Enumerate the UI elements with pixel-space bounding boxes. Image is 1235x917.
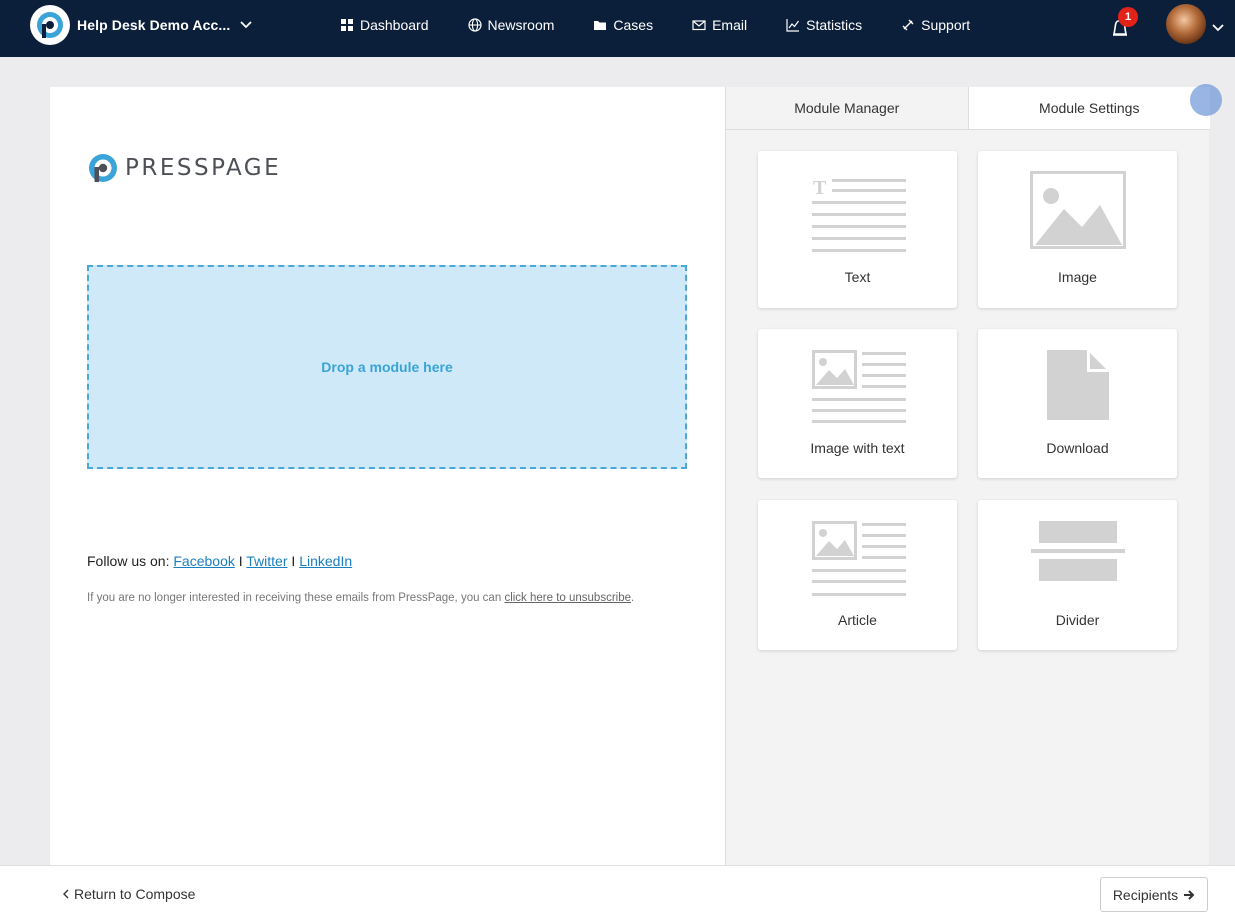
chevron-left-icon (63, 889, 69, 899)
nav-newsroom[interactable]: Newsroom (467, 17, 555, 33)
module-article[interactable]: Article (758, 500, 957, 650)
notifications-button[interactable]: 1 (1110, 7, 1138, 40)
unsubscribe-text: If you are no longer interested in recei… (87, 592, 502, 604)
link-separator: I (238, 553, 243, 569)
chevron-down-icon[interactable] (1212, 24, 1224, 32)
module-download[interactable]: Download (978, 329, 1177, 478)
link-separator: I (291, 553, 296, 569)
nav-cases[interactable]: Cases (593, 17, 653, 33)
nav-email[interactable]: Email (692, 17, 747, 33)
module-image[interactable]: Image (978, 151, 1177, 308)
article-module-icon (812, 521, 906, 596)
main-nav: Dashboard Newsroom Cases Email Statistic… (340, 0, 1009, 50)
module-divider-label: Divider (1055, 612, 1100, 628)
twitter-link[interactable]: Twitter (246, 553, 287, 569)
globe-icon (467, 18, 482, 32)
email-canvas: PRESSPAGE Drop a module here Follow us o… (50, 87, 725, 865)
account-name: Help Desk Demo Acc... (77, 17, 231, 33)
social-follow-line: Follow us on: Facebook I Twitter I Linke… (87, 553, 352, 569)
tab-module-manager[interactable]: Module Manager (726, 87, 968, 129)
chevron-down-icon (240, 21, 252, 29)
return-to-compose-label: Return to Compose (74, 886, 196, 902)
module-image-with-text[interactable]: Image with text (758, 329, 957, 478)
module-image-with-text-label: Image with text (810, 440, 905, 456)
recipients-button-label: Recipients (1112, 886, 1179, 903)
nav-support[interactable]: Support (901, 17, 970, 33)
text-module-icon: T (812, 177, 906, 252)
svg-text:T: T (813, 177, 827, 199)
follow-prefix: Follow us on: (87, 553, 170, 569)
nav-dashboard[interactable]: Dashboard (340, 17, 429, 33)
presspage-logo-text: PRESSPAGE (125, 155, 282, 181)
module-article-label: Article (838, 612, 877, 628)
chart-icon (786, 19, 800, 32)
module-text-label: Text (844, 269, 871, 285)
facebook-link[interactable]: Facebook (173, 553, 234, 569)
unsubscribe-link[interactable]: click here to unsubscribe (504, 592, 631, 604)
support-icon (902, 19, 914, 31)
module-download-label: Download (1046, 440, 1109, 456)
account-switcher[interactable]: Help Desk Demo Acc... (30, 5, 252, 45)
nav-email-label: Email (712, 17, 748, 33)
presspage-logo-icon (89, 154, 117, 182)
file-icon (1047, 350, 1109, 420)
unsubscribe-line: If you are no longer interested in recei… (87, 592, 634, 604)
dropzone-label: Drop a module here (321, 359, 453, 375)
module-text[interactable]: T Text (758, 151, 957, 308)
envelope-icon (692, 20, 706, 31)
module-divider[interactable]: Divider (978, 500, 1177, 650)
footer-action-bar: Return to Compose Recipients (0, 865, 1235, 917)
module-panel: Module Manager Module Settings T Text Im… (725, 87, 1210, 865)
nav-newsroom-label: Newsroom (487, 17, 555, 33)
folder-icon (594, 21, 607, 30)
tab-module-settings[interactable]: Module Settings (967, 87, 1210, 129)
nav-statistics[interactable]: Statistics (786, 17, 862, 33)
panel-tabs: Module Manager Module Settings (726, 87, 1210, 130)
return-to-compose-link[interactable]: Return to Compose (62, 886, 195, 902)
grid-icon (341, 19, 353, 31)
arrow-right-icon (1184, 889, 1195, 900)
divider-module-icon (1031, 521, 1125, 581)
drag-cursor-indicator (1190, 84, 1222, 116)
linkedin-link[interactable]: LinkedIn (299, 553, 352, 569)
presspage-logo: PRESSPAGE (87, 152, 281, 184)
nav-dashboard-label: Dashboard (360, 17, 429, 33)
image-module-icon (1030, 171, 1126, 249)
top-navbar: Help Desk Demo Acc... Dashboard Newsroom… (0, 0, 1235, 57)
nav-cases-label: Cases (613, 17, 654, 33)
notification-count-badge: 1 (1118, 7, 1138, 27)
nav-support-label: Support (921, 17, 971, 33)
unsubscribe-end: . (631, 592, 635, 604)
presspage-logo-icon (30, 5, 70, 45)
module-dropzone[interactable]: Drop a module here (87, 265, 687, 469)
recipients-button[interactable]: Recipients (1100, 877, 1208, 912)
image-with-text-module-icon (812, 350, 906, 423)
user-avatar[interactable] (1166, 4, 1206, 44)
nav-statistics-label: Statistics (806, 17, 863, 33)
module-image-label: Image (1058, 269, 1097, 285)
